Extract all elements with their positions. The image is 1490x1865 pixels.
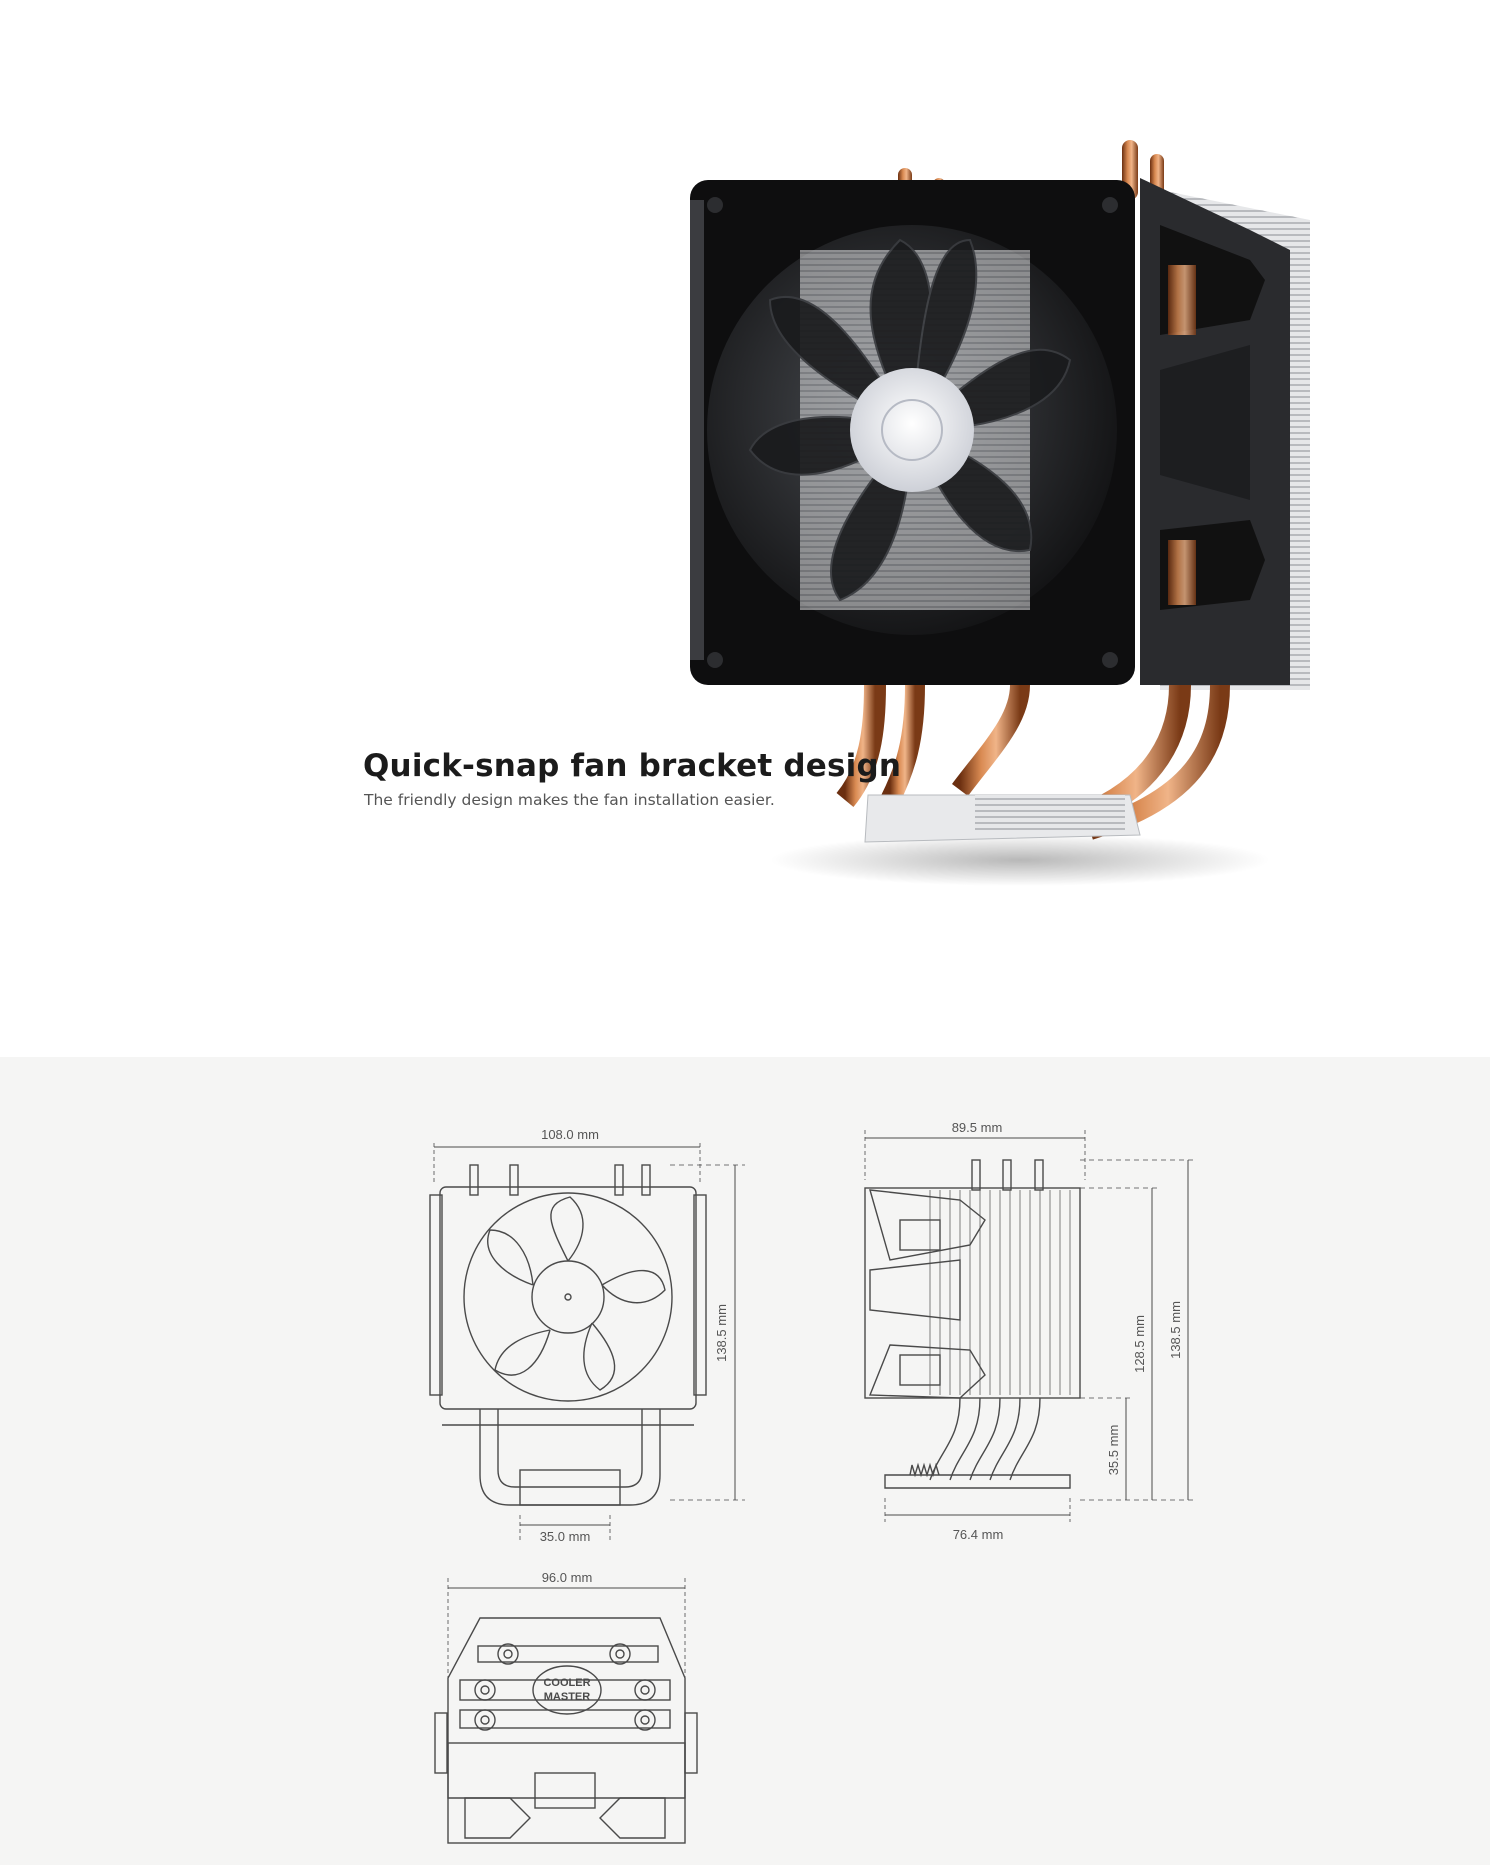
side-pipe-height-label: 35.5 mm — [1106, 1425, 1121, 1476]
side-total-height-label: 138.5 mm — [1168, 1301, 1183, 1359]
feature-description: The friendly design makes the fan instal… — [364, 791, 775, 809]
side-fin-height-label: 128.5 mm — [1132, 1315, 1147, 1373]
logo-line2: MASTER — [544, 1691, 591, 1703]
side-view-drawing: 89.5 mm 76.4 mm 128.5 mm 138.5 mm 35.5 m… — [864, 1120, 1195, 1542]
front-view-drawing: 108.0 mm 35.0 mm 138.5 mm — [429, 1127, 745, 1544]
side-width-label: 89.5 mm — [952, 1120, 1003, 1135]
side-base-width-label: 76.4 mm — [953, 1527, 1004, 1542]
bottom-view-drawing: 96.0 mm COOLER MASTER — [434, 1570, 698, 1844]
front-base-width-label: 35.0 mm — [540, 1529, 591, 1544]
logo-line1: COOLER — [543, 1677, 590, 1689]
feature-title: Quick-snap fan bracket design — [363, 748, 902, 784]
bottom-width-label: 96.0 mm — [542, 1570, 593, 1585]
front-height-label: 138.5 mm — [714, 1304, 729, 1362]
front-width-label: 108.0 mm — [541, 1127, 599, 1142]
